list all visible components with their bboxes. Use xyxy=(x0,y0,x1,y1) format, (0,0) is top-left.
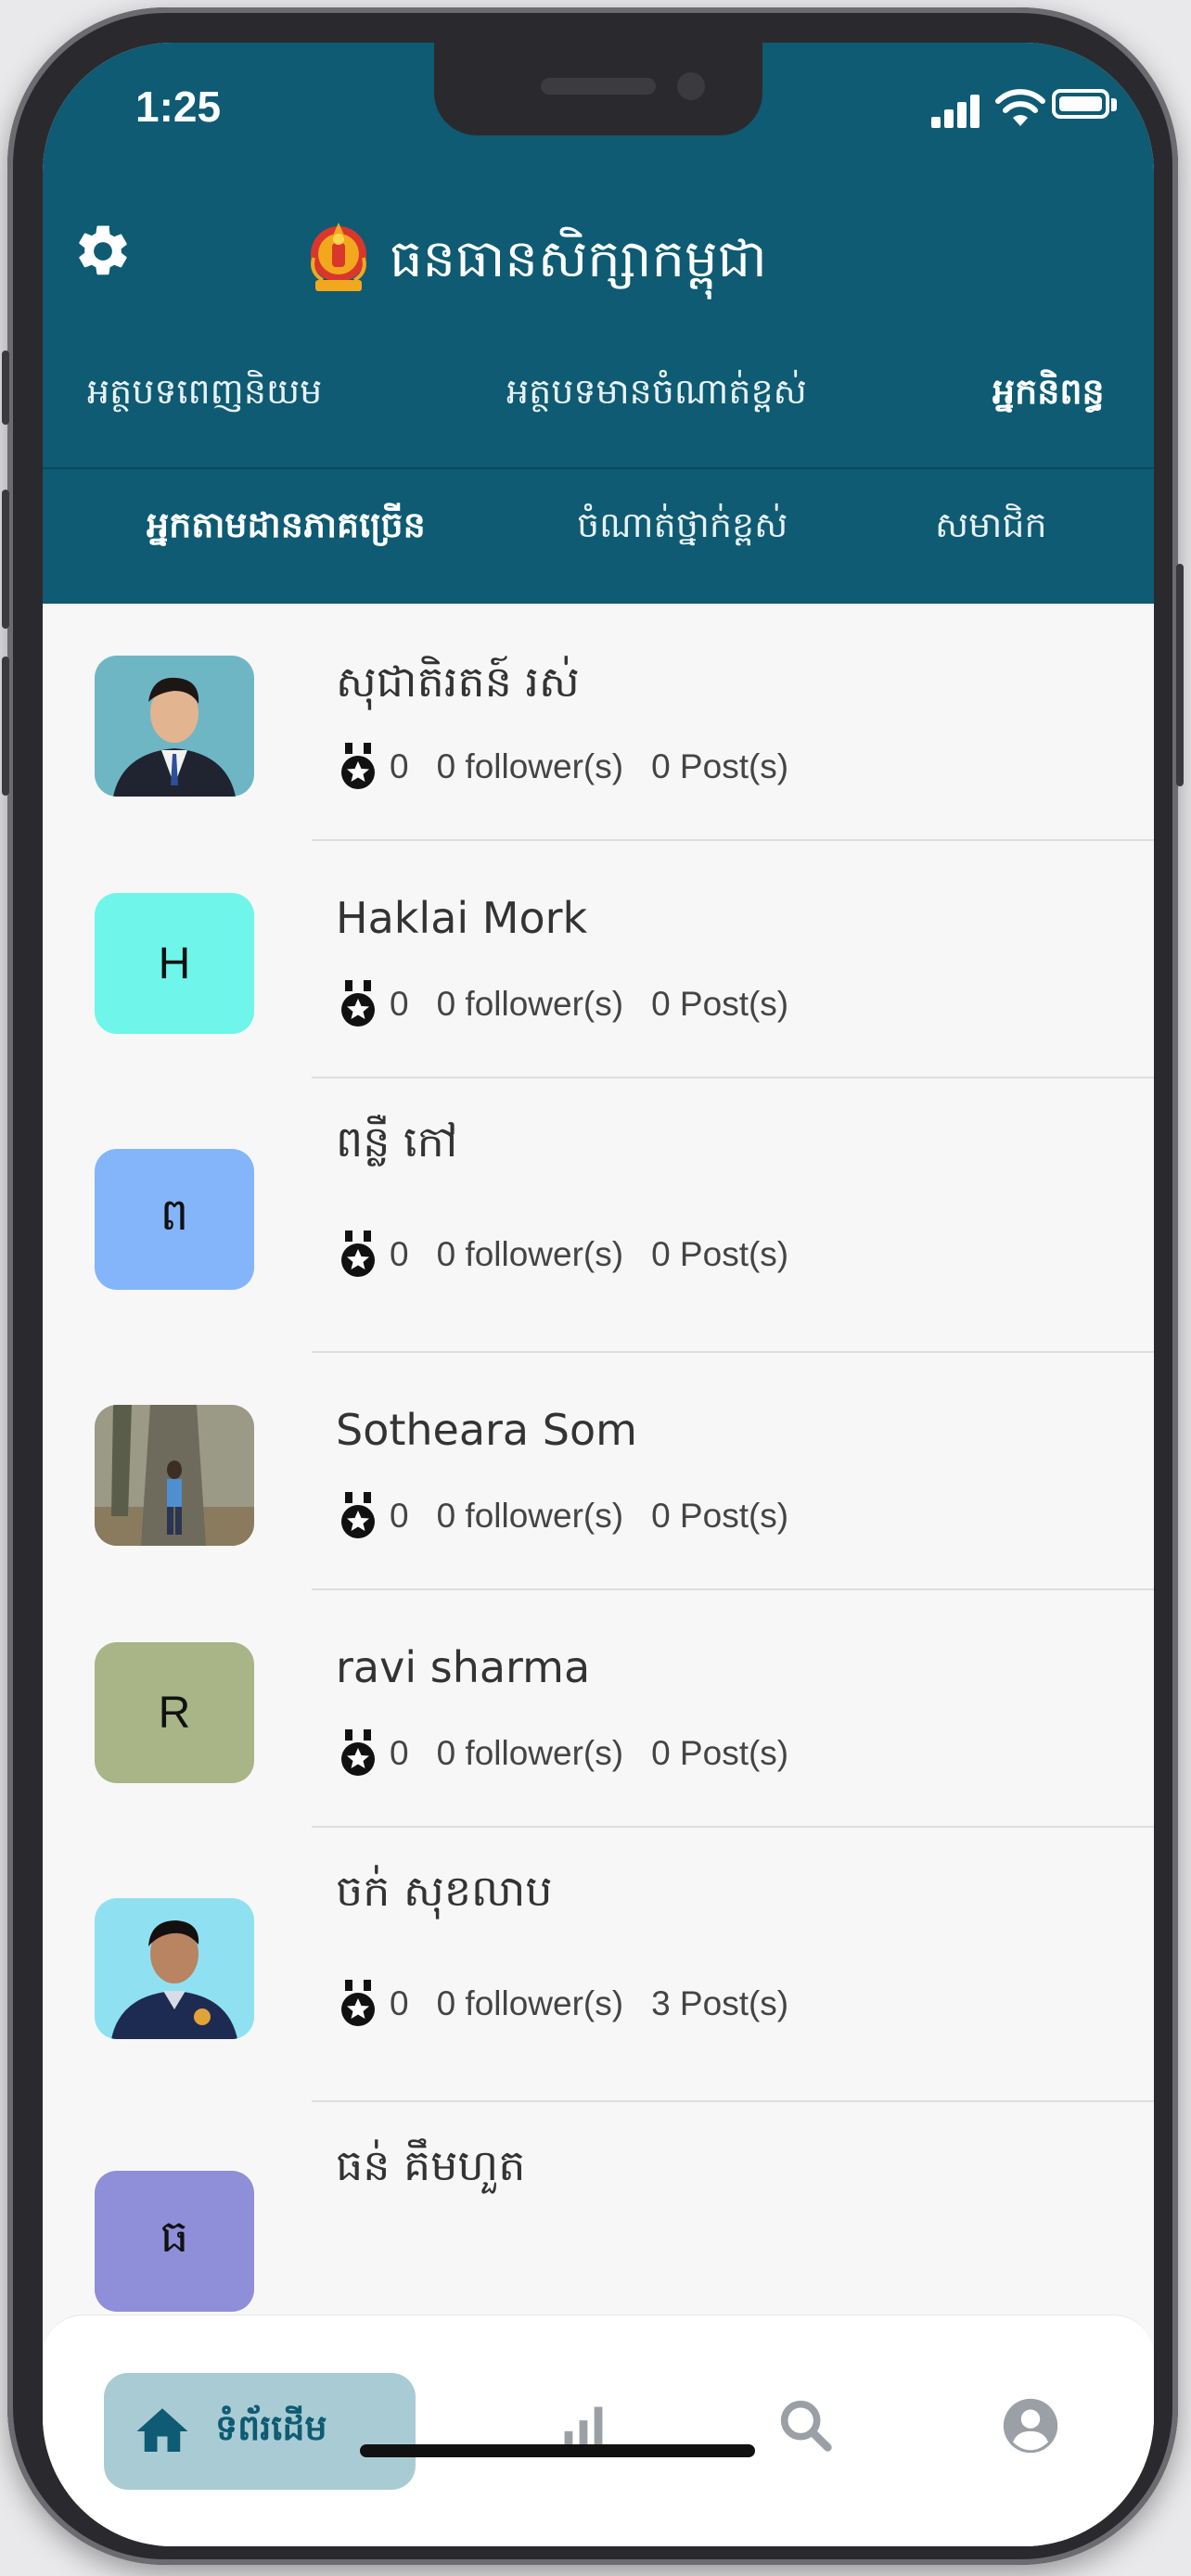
search-icon[interactable] xyxy=(774,2393,839,2458)
wifi-icon xyxy=(995,89,1045,126)
author-name: សុជាតិរតន៍ រស់ xyxy=(336,657,580,707)
home-icon xyxy=(136,2408,188,2452)
phone-frame: 1:25 ធនធានសិក្សាកម្ពុជា អត្ថបទពេញនិយម អត… xyxy=(2,7,1184,2565)
list-item[interactable]: ធ ធន់ គឹមហួត xyxy=(43,2102,1154,2340)
follower-count: 0 follower(s) xyxy=(436,1497,624,1535)
avatar xyxy=(95,1405,254,1546)
tab-authors[interactable]: អ្នកនិពន្ធ xyxy=(992,369,1105,421)
medal-count: 0 xyxy=(390,747,409,785)
post-count: 0 Post(s) xyxy=(651,985,789,1023)
app-screen: 1:25 ធនធានសិក្សាកម្ពុជា អត្ថបទពេញនិយម អត… xyxy=(43,43,1154,2546)
follower-count: 0 follower(s) xyxy=(436,1984,624,2022)
avatar xyxy=(95,1898,254,2039)
avatar: ព xyxy=(95,1149,254,1290)
author-name: ravi sharma xyxy=(336,1642,591,1692)
author-stats: 0 0 follower(s) 0 Post(s) xyxy=(338,743,788,791)
avatar: R xyxy=(95,1642,254,1783)
signal-icon xyxy=(931,91,987,128)
list-item[interactable]: សុជាតិរតន៍ រស់ 0 0 follower(s) 0 Post(s) xyxy=(43,604,1154,841)
follower-count: 0 follower(s) xyxy=(436,1235,624,1273)
subtab-most-followers[interactable]: អ្នកតាមដានភាគច្រើន xyxy=(147,503,426,555)
home-tab[interactable]: ទំព័រដើម xyxy=(104,2373,416,2490)
medal-icon xyxy=(341,1980,375,2026)
home-indicator xyxy=(360,2444,755,2457)
account-icon[interactable] xyxy=(998,2393,1063,2458)
medal-count: 0 xyxy=(390,1984,409,2022)
avatar: ធ xyxy=(95,2171,254,2312)
follower-count: 0 follower(s) xyxy=(436,985,624,1023)
app-header: 1:25 ធនធានសិក្សាកម្ពុជា អត្ថបទពេញនិយម អត… xyxy=(43,43,1154,604)
tab-top-rated-articles[interactable]: អត្ថបទមានចំណាត់ខ្ពស់ xyxy=(506,369,807,421)
author-stats: 0 0 follower(s) 0 Post(s) xyxy=(338,1492,788,1540)
volume-up-button xyxy=(2,490,9,629)
status-time: 1:25 xyxy=(135,83,222,131)
mute-switch xyxy=(2,351,9,425)
author-stats: 0 0 follower(s) 0 Post(s) xyxy=(338,1231,788,1279)
avatar: H xyxy=(95,893,254,1034)
subtab-top-ranked[interactable]: ចំណាត់ថ្នាក់ខ្ពស់ xyxy=(577,503,788,555)
list-item[interactable]: H Haklai Mork 0 0 follower(s) 0 Post(s) xyxy=(43,841,1154,1078)
medal-icon xyxy=(341,980,375,1027)
notch xyxy=(434,43,762,135)
gear-icon[interactable] xyxy=(72,221,134,282)
subtab-members[interactable]: សមាជិក xyxy=(935,503,1047,555)
avatar xyxy=(95,656,254,797)
follower-count: 0 follower(s) xyxy=(436,747,624,785)
medal-icon xyxy=(341,1729,375,1776)
ministry-logo xyxy=(311,223,366,291)
list-item[interactable]: ព ពន្លឺ កៅ 0 0 follower(s) 0 Post(s) xyxy=(43,1078,1154,1353)
post-count: 3 Post(s) xyxy=(651,1984,789,2022)
author-name: ធន់ គឹមហួត xyxy=(336,2140,526,2190)
home-label: ទំព័រដើម xyxy=(215,2407,327,2448)
medal-icon xyxy=(341,743,375,789)
medal-count: 0 xyxy=(390,1734,409,1772)
post-count: 0 Post(s) xyxy=(651,1734,789,1772)
post-count: 0 Post(s) xyxy=(651,1497,789,1535)
author-name: Haklai Mork xyxy=(336,893,588,943)
author-name: Sotheara Som xyxy=(336,1405,637,1455)
battery-icon xyxy=(1052,89,1109,119)
bottom-navigation: ទំព័រដើម xyxy=(43,2315,1154,2546)
medal-count: 0 xyxy=(390,985,409,1023)
author-name: ចក់ សុខលាប xyxy=(336,1866,553,1916)
follower-count: 0 follower(s) xyxy=(436,1734,624,1772)
author-stats: 0 0 follower(s) 0 Post(s) xyxy=(338,980,788,1028)
power-button xyxy=(1176,564,1184,786)
volume-down-button xyxy=(2,657,9,796)
medal-icon xyxy=(341,1492,375,1538)
author-stats: 0 0 follower(s) 3 Post(s) xyxy=(338,1980,788,2028)
medal-count: 0 xyxy=(390,1497,409,1535)
medal-count: 0 xyxy=(390,1235,409,1273)
author-stats: 0 0 follower(s) 0 Post(s) xyxy=(338,1729,788,1778)
post-count: 0 Post(s) xyxy=(651,1235,789,1273)
list-item[interactable]: ចក់ សុខលាប 0 0 follower(s) 3 Post(s) xyxy=(43,1828,1154,2102)
post-count: 0 Post(s) xyxy=(651,747,789,785)
tab-popular-articles[interactable]: អត្ថបទពេញនិយម xyxy=(87,369,322,421)
list-item[interactable]: Sotheara Som 0 0 follower(s) 0 Post(s) xyxy=(43,1353,1154,1590)
app-title: ធនធានសិក្សាកម្ពុជា xyxy=(390,229,767,289)
author-name: ពន្លឺ កៅ xyxy=(336,1116,458,1167)
medal-icon xyxy=(341,1231,375,1277)
list-item[interactable]: R ravi sharma 0 0 follower(s) 0 Post(s) xyxy=(43,1590,1154,1828)
